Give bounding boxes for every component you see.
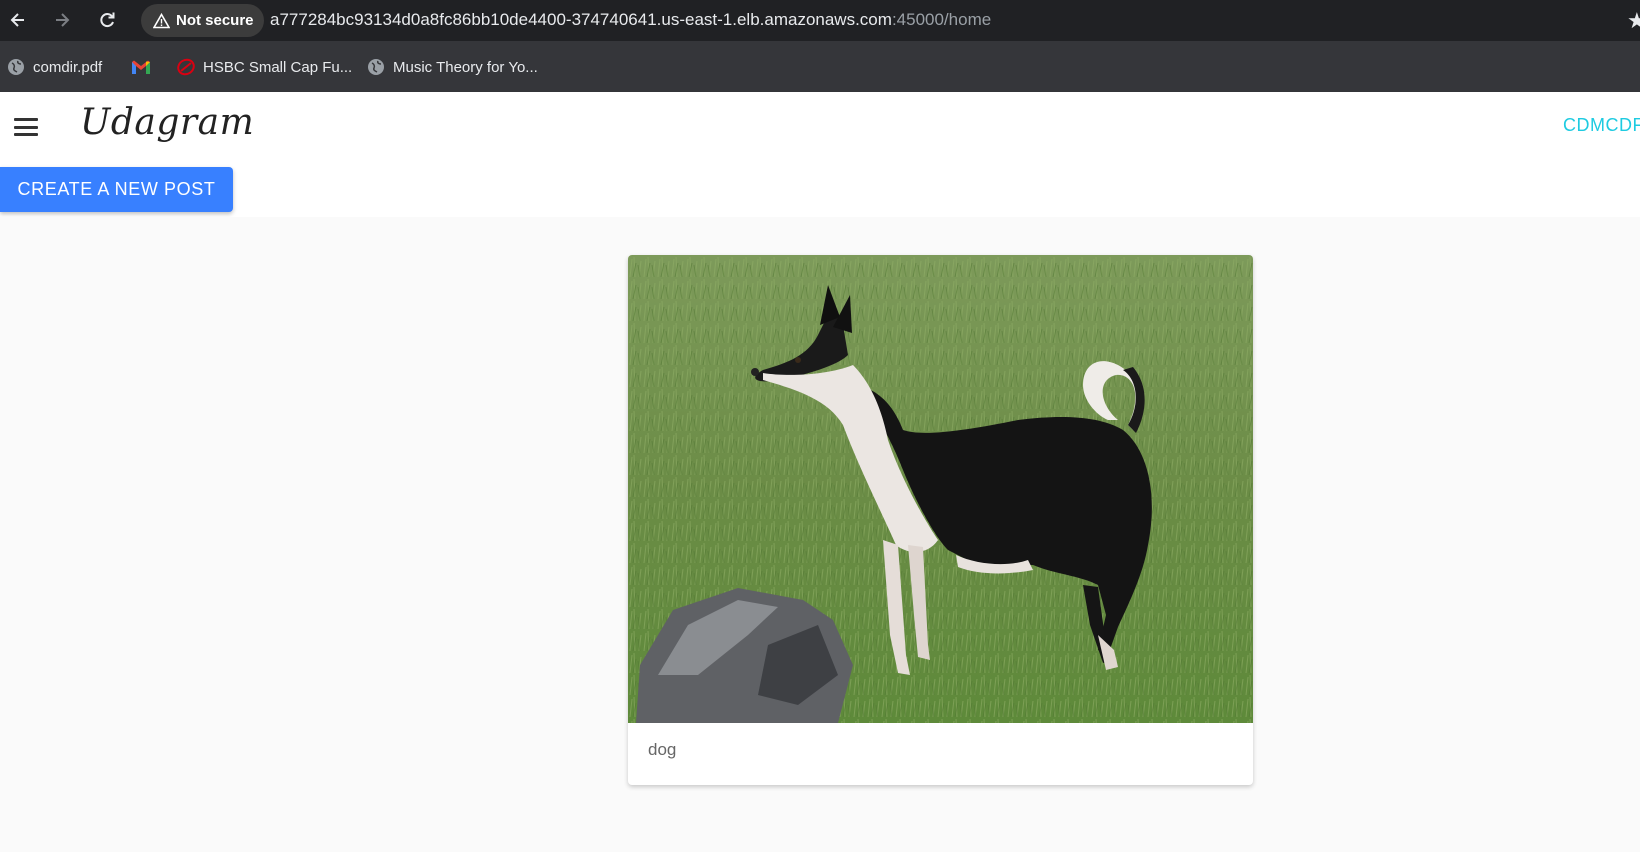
bookmark-comdir[interactable]: comdir.pdf bbox=[7, 56, 102, 78]
bookmark-music-theory[interactable]: Music Theory for Yo... bbox=[367, 56, 538, 78]
app-header: Udagram CDMCDF bbox=[0, 92, 1640, 162]
create-post-button[interactable]: CREATE A NEW POST bbox=[0, 167, 233, 212]
url-path: :45000/home bbox=[891, 10, 992, 29]
browser-toolbar: Not secure a777284bc93134d0a8fc86bb10de4… bbox=[0, 0, 1640, 41]
globe-icon bbox=[8, 59, 24, 75]
brand-logo[interactable]: Udagram bbox=[80, 102, 254, 143]
bookmark-hsbc[interactable]: HSBC Small Cap Fu... bbox=[177, 56, 352, 78]
back-button[interactable] bbox=[4, 6, 32, 34]
post-caption: dog bbox=[648, 740, 677, 759]
arrow-left-icon bbox=[10, 13, 24, 27]
forward-button[interactable] bbox=[48, 6, 76, 34]
url-host: a777284bc93134d0a8fc86bb10de4400-3747406… bbox=[270, 10, 892, 29]
menu-icon[interactable] bbox=[12, 114, 40, 140]
hsbc-icon bbox=[177, 58, 195, 76]
gmail-icon bbox=[132, 60, 150, 74]
url-field[interactable]: a777284bc93134d0a8fc86bb10de4400-3747406… bbox=[270, 10, 991, 30]
create-post-bar: CREATE A NEW POST bbox=[0, 162, 1640, 217]
security-indicator[interactable]: Not secure bbox=[141, 4, 264, 37]
bookmark-label: Music Theory for Yo... bbox=[393, 58, 538, 76]
bookmark-label: HSBC Small Cap Fu... bbox=[203, 58, 353, 76]
feed: dog bbox=[0, 217, 1640, 852]
user-menu-link[interactable]: CDMCDF bbox=[1563, 115, 1640, 136]
bookmark-label: comdir.pdf bbox=[33, 58, 103, 76]
dog-photo bbox=[628, 255, 1253, 723]
globe-icon bbox=[368, 59, 384, 75]
bookmark-gmail[interactable] bbox=[131, 56, 151, 78]
post-card[interactable]: dog bbox=[628, 255, 1253, 785]
post-image bbox=[628, 255, 1253, 723]
reload-icon bbox=[100, 12, 115, 28]
warning-icon bbox=[153, 12, 170, 28]
arrow-right-icon bbox=[56, 13, 70, 27]
security-label: Not secure bbox=[176, 12, 254, 29]
bookmark-star-icon[interactable]: ★ bbox=[1627, 8, 1640, 34]
bookmarks-bar: comdir.pdf HSBC Small Cap Fu... Music Th… bbox=[0, 41, 1640, 92]
reload-button[interactable] bbox=[93, 6, 121, 34]
